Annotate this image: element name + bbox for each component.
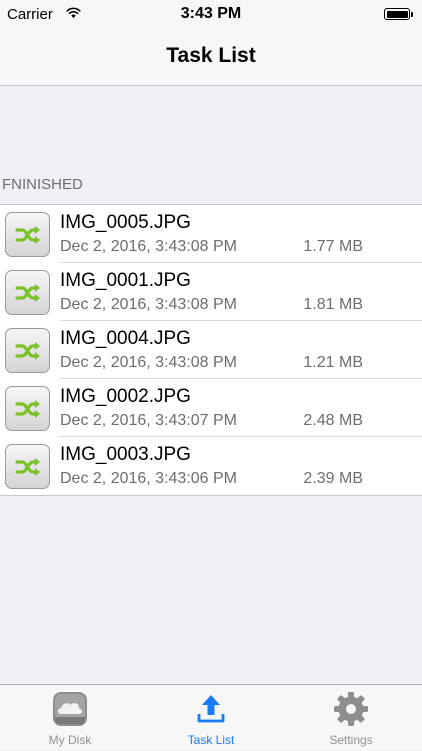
tab-my-disk[interactable]: My Disk (0, 685, 140, 751)
file-name: IMG_0004.JPG (60, 328, 191, 349)
task-row[interactable]: IMG_0001.JPG Dec 2, 2016, 3:43:08 PM 1.8… (0, 263, 422, 321)
tab-settings[interactable]: Settings (281, 685, 421, 751)
file-name: IMG_0002.JPG (60, 386, 191, 407)
tab-label: My Disk (48, 733, 92, 747)
file-date: Dec 2, 2016, 3:43:07 PM (60, 412, 237, 429)
tab-task-list[interactable]: Task List (141, 685, 281, 751)
file-name: IMG_0003.JPG (60, 444, 191, 465)
file-size: 2.48 MB (303, 412, 363, 429)
file-name: IMG_0001.JPG (60, 270, 191, 291)
file-date: Dec 2, 2016, 3:43:08 PM (60, 296, 237, 313)
task-row[interactable]: IMG_0005.JPG Dec 2, 2016, 3:43:08 PM 1.7… (0, 205, 422, 263)
task-row[interactable]: IMG_0004.JPG Dec 2, 2016, 3:43:08 PM 1.2… (0, 321, 422, 379)
file-date: Dec 2, 2016, 3:43:06 PM (60, 470, 237, 487)
status-time: 3:43 PM (180, 5, 242, 22)
file-date: Dec 2, 2016, 3:43:08 PM (60, 238, 237, 255)
tab-label: Task List (187, 733, 235, 747)
shuffle-icon (5, 212, 50, 257)
gear-icon (334, 692, 368, 726)
tab-bar: My Disk Task List Settings (0, 684, 422, 750)
file-size: 1.77 MB (303, 238, 363, 255)
navigation-bar: Task List (0, 30, 422, 86)
section-header-finished: FNINISHED (2, 176, 83, 193)
task-list: IMG_0005.JPG Dec 2, 2016, 3:43:08 PM 1.7… (0, 204, 422, 496)
battery-icon (384, 8, 410, 20)
file-size: 1.81 MB (303, 296, 363, 313)
battery-tip (411, 11, 413, 17)
status-bar: Carrier 3:43 PM (0, 0, 422, 30)
file-size: 1.21 MB (303, 354, 363, 371)
shuffle-icon (5, 444, 50, 489)
tab-label: Settings (329, 733, 373, 747)
shuffle-icon (5, 386, 50, 431)
task-row[interactable]: IMG_0002.JPG Dec 2, 2016, 3:43:07 PM 2.4… (0, 379, 422, 437)
cloud-disk-icon (53, 692, 87, 726)
upload-icon (197, 695, 225, 723)
file-date: Dec 2, 2016, 3:43:08 PM (60, 354, 237, 371)
page-title: Task List (166, 44, 256, 67)
shuffle-icon (5, 328, 50, 373)
file-size: 2.39 MB (303, 470, 363, 487)
shuffle-icon (5, 270, 50, 315)
task-row[interactable]: IMG_0003.JPG Dec 2, 2016, 3:43:06 PM 2.3… (0, 437, 422, 495)
file-name: IMG_0005.JPG (60, 212, 191, 233)
